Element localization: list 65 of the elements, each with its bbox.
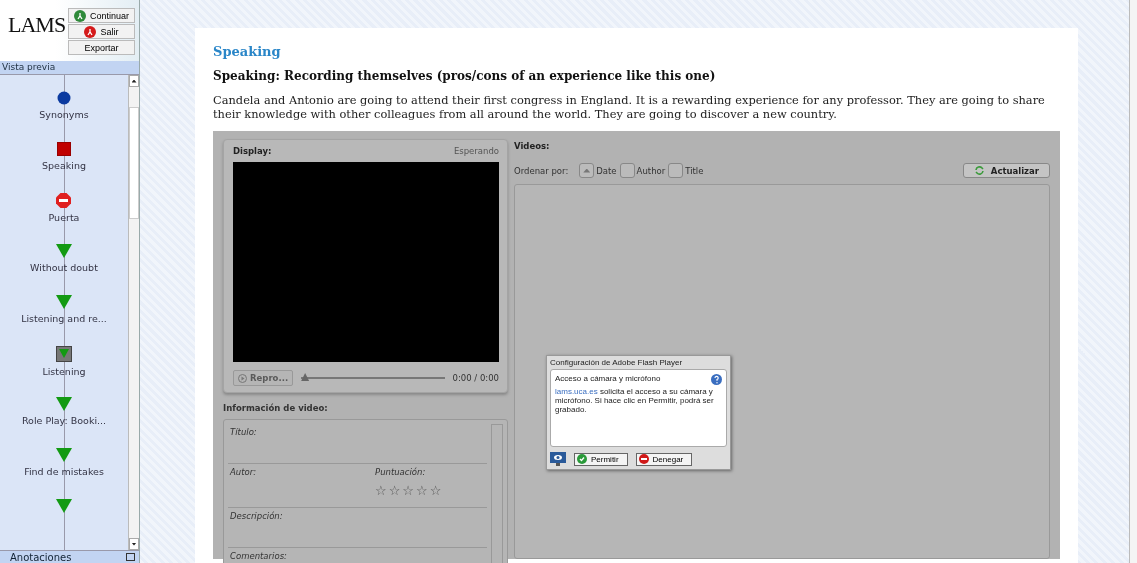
triangle-icon <box>56 295 72 309</box>
walking-figure-icon <box>74 9 86 22</box>
monitor-icon <box>550 452 566 466</box>
triangle-icon <box>56 499 72 513</box>
dialog-heading: Acceso a cámara y micrófono <box>555 374 662 383</box>
activity-item[interactable]: Find de mistakes <box>24 466 104 477</box>
section-title: Información de video: <box>223 403 329 413</box>
panel-title: Vista previa <box>0 61 139 75</box>
site-link[interactable]: lams.uca.es <box>555 387 598 396</box>
field-label: Descripción: <box>230 511 283 523</box>
toolbar-button[interactable]: Exportar <box>68 40 135 55</box>
activity-item[interactable]: Speaking <box>42 160 86 171</box>
walking-figure-icon <box>84 25 97 38</box>
field-label: Comentarios: <box>230 551 287 563</box>
star-icon[interactable]: ☆ <box>375 483 387 498</box>
lams-logo: LAMS <box>8 12 66 38</box>
stop-sign-icon <box>56 193 72 208</box>
star-icon[interactable]: ☆ <box>429 483 442 498</box>
star-icon[interactable]: ☆ <box>402 483 414 498</box>
deny-button[interactable]: Denegar <box>635 452 693 466</box>
play-icon <box>238 373 247 383</box>
sort-option[interactable]: Author <box>619 163 666 178</box>
status-text: Esperando <box>453 146 499 156</box>
dialog-message: lams.uca.es solicita el acceso a su cámara y micrófono. Si hace clic en Permitir, podrá ser grabado. <box>555 387 715 414</box>
sort-label: Ordenar por: <box>514 165 569 176</box>
star-icon[interactable]: ☆ <box>388 483 401 498</box>
check-icon <box>577 454 587 464</box>
sort-option[interactable]: Title <box>668 163 704 178</box>
scrollbar[interactable] <box>491 424 503 563</box>
square-icon <box>57 142 71 156</box>
activity-item[interactable]: Listening and re... <box>21 313 107 324</box>
scrollbar[interactable] <box>128 75 139 550</box>
seek-thumb[interactable] <box>301 373 310 381</box>
maximize-icon[interactable] <box>126 553 135 561</box>
no-entry-icon <box>638 454 649 464</box>
activity-heading: Speaking <box>213 44 282 59</box>
refresh-icon <box>973 165 985 176</box>
dialog-title: Configuración de Adobe Flash Player <box>550 358 684 367</box>
activity-item[interactable]: Puerta <box>48 212 80 223</box>
section-title: Videos: <box>514 141 551 151</box>
refresh-button[interactable]: Actualizar <box>962 163 1050 178</box>
scrollbar[interactable] <box>1129 0 1137 563</box>
activity-title: Speaking: Recording themselves (pros/cons of an experience like this one) <box>213 69 717 83</box>
allow-button[interactable]: Permitir <box>574 452 628 466</box>
activity-item[interactable]: Role Play: Booki... <box>21 415 107 426</box>
activity-item[interactable]: Synonyms <box>39 109 89 120</box>
toolbar-button[interactable]: Continuar <box>68 8 135 23</box>
activity-item[interactable]: Listening <box>42 366 86 377</box>
star-icon[interactable]: ☆ <box>415 483 428 498</box>
display-label: Display: <box>233 146 272 156</box>
triangle-icon <box>56 397 72 411</box>
activity-item[interactable]: Without doubt <box>30 262 98 273</box>
panel-title: Anotaciones <box>10 551 72 563</box>
circle-icon <box>57 91 71 105</box>
notes-bar[interactable]: Anotaciones <box>0 550 139 563</box>
triangle-icon <box>56 448 72 462</box>
field-label: Puntuación: <box>375 467 427 477</box>
time-display: 0:00 / 0:00 <box>452 373 499 383</box>
activity-description: Candela and Antonio are going to attend their first congress in England. It is a rewarding experience for any professor. They are going to share their knowledge with other colleagues from all around the world. They are going to discover a new country. <box>213 93 1046 121</box>
triangle-icon <box>56 244 72 258</box>
field-label: Título: <box>230 427 257 439</box>
toolbar-button[interactable]: Salir <box>68 24 135 39</box>
help-icon <box>711 374 722 385</box>
field-label: Autor: <box>230 467 257 479</box>
sort-option[interactable]: Date <box>579 163 617 178</box>
